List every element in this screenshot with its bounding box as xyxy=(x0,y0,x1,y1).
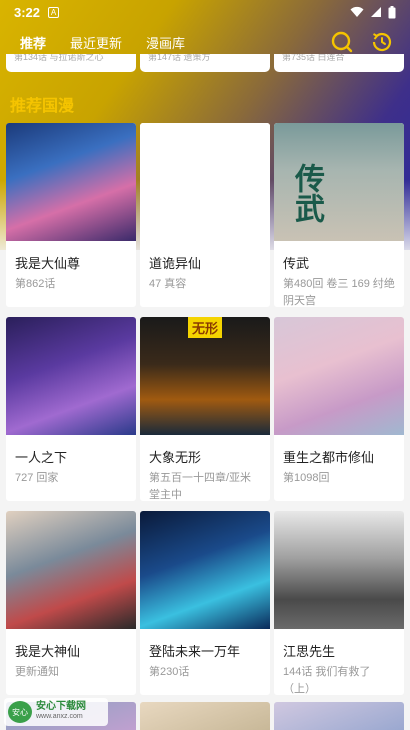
watermark-text: 安心下载网 www.anxz.com xyxy=(36,702,86,722)
history-icon[interactable] xyxy=(370,30,394,54)
comic-title: 道诡异仙 xyxy=(149,256,202,271)
comic-cover xyxy=(6,123,136,241)
comic-chapter: 第480回 卷三 169 纣绝阴天宫 xyxy=(283,278,395,307)
status-bar: 3:22 A xyxy=(0,0,410,24)
watermark-name: 安心下载网 xyxy=(36,701,86,712)
comic-chapter: 更新通知 xyxy=(15,666,59,678)
notification-icon: A xyxy=(48,6,60,18)
watermark-logo-icon: 安心 xyxy=(8,701,32,723)
cover-logo-text: 传武 xyxy=(290,163,323,223)
tab-recent-updates[interactable]: 最近更新 xyxy=(70,33,122,52)
comic-cover xyxy=(140,123,270,241)
watermark-url: www.anxz.com xyxy=(36,713,83,720)
comic-chapter: 727 回家 xyxy=(15,472,59,484)
comic-chapter: 第1098回 xyxy=(283,472,330,484)
comic-cover[interactable] xyxy=(274,702,404,730)
comic-card[interactable]: 重生之都市修仙 第1098回 xyxy=(274,317,404,501)
comic-title: 一人之下 xyxy=(15,450,68,465)
comic-title: 传武 xyxy=(283,256,310,271)
comic-card[interactable]: 我是大神仙 更新通知 xyxy=(6,511,136,695)
comic-title: 登陆未来一万年 xyxy=(149,644,241,659)
comic-chapter: 47 真容 xyxy=(149,278,187,290)
tab-recommend[interactable]: 推荐 xyxy=(20,33,47,58)
comic-cover xyxy=(6,511,136,629)
comic-cover xyxy=(6,317,136,435)
comic-title: 江思先生 xyxy=(283,644,336,659)
comic-chapter: 第862话 xyxy=(15,278,56,290)
prev-card[interactable]: 第147话 遗策方 xyxy=(140,54,270,72)
comic-chapter: 第230话 xyxy=(149,666,190,678)
status-time: 3:22 xyxy=(14,4,41,20)
comic-title: 我是大仙尊 xyxy=(15,256,81,271)
status-icons xyxy=(350,5,396,19)
battery-icon xyxy=(388,5,396,18)
comic-card[interactable]: 传武 传武 第480回 卷三 169 纣绝阴天宫 xyxy=(274,123,404,307)
comic-cover xyxy=(140,511,270,629)
wifi-icon xyxy=(350,6,364,17)
comic-chapter: 第五百一十四章/亚米堂主中 xyxy=(149,472,252,501)
comic-cover: 传武 xyxy=(274,123,404,241)
signal-icon xyxy=(371,7,381,17)
prev-card[interactable]: 第134话 与拉诺斯之心 xyxy=(6,54,136,72)
comic-card[interactable]: 江思先生 144话 我们有救了（上） xyxy=(274,511,404,695)
comic-cover: 无形 xyxy=(140,317,270,435)
comic-card[interactable]: 道诡异仙 47 真容 xyxy=(140,123,270,307)
comic-card[interactable]: 一人之下 727 回家 xyxy=(6,317,136,501)
header-actions xyxy=(330,30,394,54)
comic-cover xyxy=(274,511,404,629)
watermark: 安心 安心下载网 www.anxz.com xyxy=(4,698,108,726)
comic-cover[interactable] xyxy=(140,702,270,730)
comic-title: 我是大神仙 xyxy=(15,644,81,659)
comic-card[interactable]: 我是大仙尊 第862话 xyxy=(6,123,136,307)
comic-title: 大象无形 xyxy=(149,450,202,465)
comic-grid: 我是大仙尊 第862话 道诡异仙 47 真容 传武 传武 第480回 卷三 16… xyxy=(6,123,404,695)
prev-card[interactable]: 第735话 白莲合 xyxy=(274,54,404,72)
search-icon[interactable] xyxy=(330,30,354,54)
comic-card[interactable]: 无形 大象无形 第五百一十四章/亚米堂主中 xyxy=(140,317,270,501)
comic-chapter: 144话 我们有救了（上） xyxy=(283,666,371,695)
comic-cover xyxy=(274,317,404,435)
comic-card[interactable]: 登陆未来一万年 第230话 xyxy=(140,511,270,695)
cover-badge: 无形 xyxy=(188,317,223,338)
comic-title: 重生之都市修仙 xyxy=(283,450,375,465)
section-title: 推荐国漫 xyxy=(10,98,75,115)
previous-comics-row: 第134话 与拉诺斯之心 第147话 遗策方 第735话 白莲合 xyxy=(6,54,404,72)
tab-comic-library[interactable]: 漫画库 xyxy=(146,33,185,52)
